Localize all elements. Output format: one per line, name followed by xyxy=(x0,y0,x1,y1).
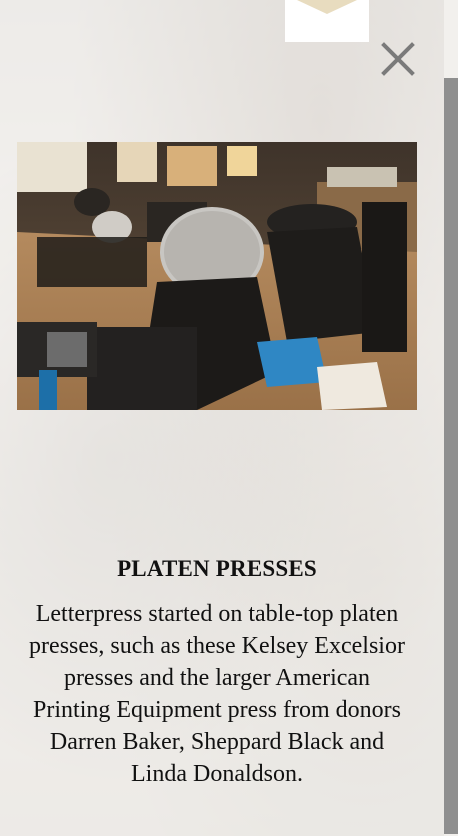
modal-title: PLATEN PRESSES xyxy=(117,556,317,581)
platen-presses-photo xyxy=(17,142,417,410)
close-button[interactable] xyxy=(379,40,417,78)
scrollbar-thumb[interactable] xyxy=(444,78,458,834)
close-icon xyxy=(381,42,415,76)
logo-tab[interactable] xyxy=(285,0,369,42)
modal-description: Letterpress started on table-top platen … xyxy=(29,601,405,787)
logo-triangle-icon xyxy=(297,0,357,14)
